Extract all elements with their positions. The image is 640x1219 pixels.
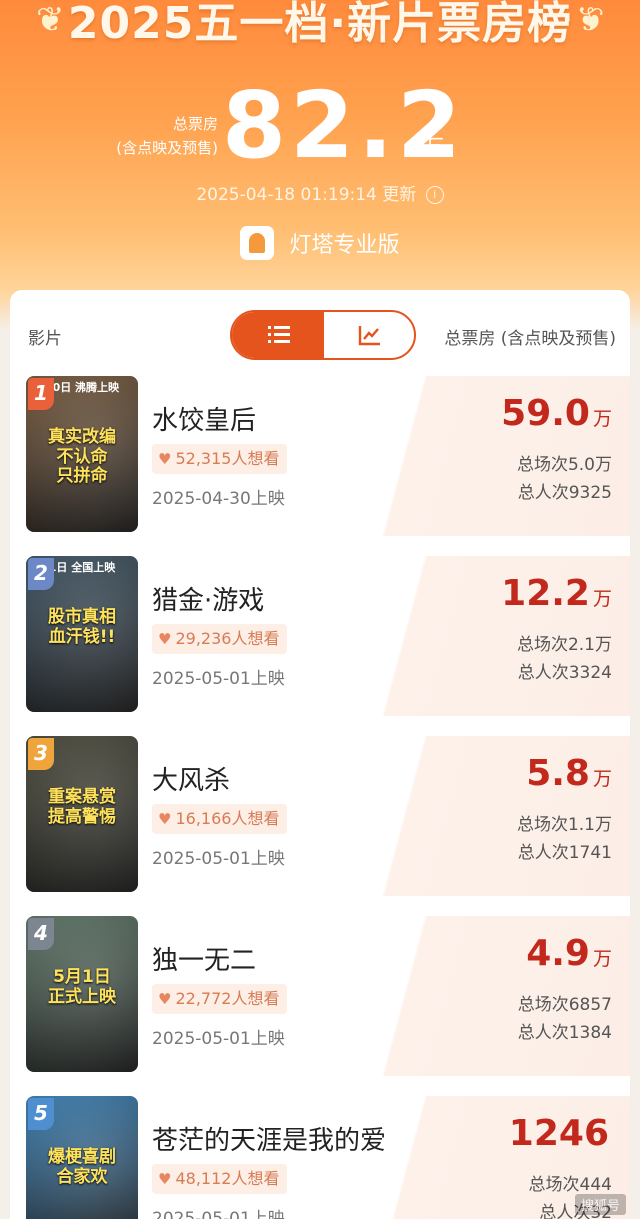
list-icon	[268, 326, 290, 344]
heart-icon: ♥	[158, 450, 172, 468]
film-box-office: 4.9 万	[526, 932, 612, 981]
total-screenings: 总场次5.0万	[516, 455, 612, 475]
total-admissions: 总人次9325	[517, 483, 612, 503]
release-date: 2025-04-30上映	[152, 489, 285, 509]
info-icon[interactable]: i	[425, 186, 444, 204]
poster-main-text: 股市真相 血汗钱!!	[48, 607, 116, 647]
box-office-unit: 万	[592, 948, 612, 970]
poster-main-text: 真实改编 不认命 只拼命	[48, 427, 116, 487]
box-office-unit: 万	[592, 768, 612, 790]
film-box-office: 12.2 万	[501, 572, 612, 621]
total-screenings: 总场次1.1万	[516, 815, 612, 835]
film-column-header: 影片	[28, 329, 62, 349]
lighthouse-logo-icon	[240, 226, 275, 260]
box-office-value: 1246	[508, 1113, 609, 1154]
total-label-line2: (含点映及预售)	[116, 139, 218, 157]
box-office-unit: 万	[592, 588, 612, 610]
update-time: 2025-04-18 01:19:14 更新 i	[0, 180, 640, 205]
view-toggle[interactable]	[230, 310, 416, 360]
heart-icon: ♥	[158, 810, 172, 828]
want-count: 48,112人想看	[175, 1169, 280, 1188]
film-box-office: 59.0 万	[501, 392, 612, 441]
want-to-see-badge: ♥ 52,315人想看	[152, 444, 288, 474]
film-row[interactable]: 1日 全国上映 股市真相 血汗钱!! 2 猎金·游戏 ♥ 29,236人想看 20…	[10, 556, 630, 726]
trend-chart-icon	[358, 326, 380, 346]
total-screenings: 总场次2.1万	[516, 635, 612, 655]
total-screenings: 总场次6857	[517, 995, 612, 1015]
release-date: 2025-05-01上映	[152, 1209, 285, 1219]
film-title[interactable]: 大风杀	[152, 760, 230, 797]
total-box-office-unit: 万	[422, 136, 445, 161]
brand-logo-row: 灯塔专业版	[0, 226, 640, 260]
total-box-office-label: 总票房 (含点映及预售)	[100, 112, 218, 160]
release-date: 2025-05-01上映	[152, 669, 285, 689]
total-admissions: 总人次1384	[517, 1023, 612, 1043]
rank-badge: 2	[28, 558, 54, 590]
total-screenings: 总场次444	[528, 1175, 612, 1195]
want-to-see-badge: ♥ 22,772人想看	[152, 984, 288, 1014]
list-view-button[interactable]	[232, 312, 324, 358]
rank-badge: 1	[28, 378, 54, 410]
want-to-see-badge: ♥ 48,112人想看	[152, 1164, 288, 1194]
box-office-value: 4.9	[526, 933, 590, 974]
box-office-unit: 万	[592, 408, 612, 430]
film-box-office: 5.8 万	[526, 752, 612, 801]
film-box-office: 1246	[509, 1112, 612, 1161]
total-column-header: 总票房 (含点映及预售)	[444, 329, 616, 349]
heart-icon: ♥	[158, 990, 172, 1008]
want-to-see-badge: ♥ 16,166人想看	[152, 804, 288, 834]
film-title[interactable]: 水饺皇后	[152, 400, 256, 437]
update-time-text: 2025-04-18 01:19:14 更新	[196, 185, 417, 205]
film-title[interactable]: 猎金·游戏	[152, 580, 264, 617]
release-date: 2025-05-01上映	[152, 849, 285, 869]
film-row[interactable]: 爆梗喜剧 合家欢 5 苍茫的天涯是我的爱 ♥ 48,112人想看 2025-05-…	[10, 1096, 630, 1219]
box-office-card: 影片 总票房 (含点映及预售) 30日 沸腾上映 真实改编 不认命 只拼命 1	[10, 290, 630, 1219]
film-row[interactable]: 重案悬赏 提高警惕 3 大风杀 ♥ 16,166人想看 2025-05-01上映 …	[10, 736, 630, 906]
rank-badge: 5	[28, 1098, 54, 1130]
film-title[interactable]: 苍茫的天涯是我的爱	[152, 1120, 386, 1157]
poster-main-text: 爆梗喜剧 合家欢	[48, 1147, 116, 1187]
brand-name: 灯塔专业版	[289, 233, 400, 258]
rank-badge: 4	[28, 918, 54, 950]
page-title: 2025五一档·新片票房榜	[67, 0, 573, 49]
release-date: 2025-05-01上映	[152, 1029, 285, 1049]
total-admissions: 总人次1741	[517, 843, 612, 863]
trend-view-button[interactable]	[324, 312, 414, 358]
laurel-right-icon: ❦	[575, 0, 605, 40]
watermark: 搜狐号	[574, 1194, 626, 1215]
film-row[interactable]: 5月1日 正式上映 4 独一无二 ♥ 22,772人想看 2025-05-01上映…	[10, 916, 630, 1086]
box-office-value: 5.8	[526, 753, 590, 794]
want-count: 29,236人想看	[175, 629, 280, 648]
rank-badge: 3	[28, 738, 54, 770]
want-count: 22,772人想看	[175, 989, 280, 1008]
want-to-see-badge: ♥ 29,236人想看	[152, 624, 288, 654]
box-office-value: 59.0	[501, 393, 590, 434]
film-row[interactable]: 30日 沸腾上映 真实改编 不认命 只拼命 1 水饺皇后 ♥ 52,315人想看 …	[10, 376, 630, 546]
want-count: 16,166人想看	[175, 809, 280, 828]
total-admissions: 总人次3324	[517, 663, 612, 683]
heart-icon: ♥	[158, 630, 172, 648]
film-title[interactable]: 独一无二	[152, 940, 256, 977]
heart-icon: ♥	[158, 1170, 172, 1188]
want-count: 52,315人想看	[175, 449, 280, 468]
poster-main-text: 重案悬赏 提高警惕	[48, 787, 116, 827]
poster-main-text: 5月1日 正式上映	[48, 967, 116, 1007]
box-office-value: 12.2	[501, 573, 590, 614]
header-banner: ❦ 2025五一档·新片票房榜 ❦ 总票房 (含点映及预售) 82.2 万 20…	[0, 0, 640, 290]
total-label-line1: 总票房	[172, 115, 218, 133]
